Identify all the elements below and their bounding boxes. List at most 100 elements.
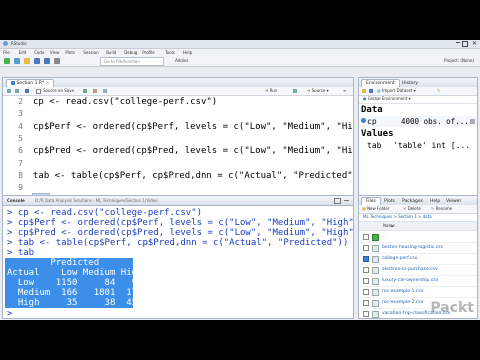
minimize-pane-icon[interactable] bbox=[344, 200, 349, 201]
table-icon: ▦ bbox=[377, 88, 381, 93]
file-name[interactable]: roc-example-2.csv bbox=[382, 297, 423, 308]
source-on-save-checkbox[interactable] bbox=[36, 89, 41, 94]
screen: RStudio ✕ File Edit Code View Plots Session Bu… bbox=[0, 0, 480, 360]
file-checkbox[interactable] bbox=[363, 278, 369, 284]
line-number: 3 bbox=[18, 109, 23, 119]
file-name[interactable]: college-perf.csv bbox=[382, 253, 417, 264]
rename-button[interactable]: ✎ Rename bbox=[431, 206, 452, 211]
console-command-line: > tab bbox=[7, 248, 35, 258]
menu-session[interactable]: Session bbox=[83, 50, 98, 55]
csv-file-icon bbox=[372, 278, 379, 285]
file-name[interactable]: .. bbox=[382, 231, 385, 242]
broom-icon[interactable]: ✎ bbox=[437, 88, 440, 93]
delete-label: Delete bbox=[407, 206, 421, 211]
import-dataset-button[interactable]: ▦ Import Dataset ▾ bbox=[377, 88, 416, 93]
code-tools-icon[interactable] bbox=[93, 89, 97, 93]
menu-view[interactable]: View bbox=[50, 50, 60, 55]
file-name[interactable]: luxury-car-ownership.csv bbox=[382, 275, 438, 286]
new-folder-button[interactable]: ■ New Folder bbox=[362, 206, 389, 211]
menu-profile[interactable]: Profile bbox=[142, 50, 154, 55]
outline-icon[interactable]: ≡ bbox=[343, 88, 346, 93]
file-checkbox[interactable] bbox=[363, 300, 369, 306]
values-section-header: Values bbox=[361, 129, 394, 139]
file-checkbox[interactable] bbox=[363, 289, 369, 295]
env-row-cp[interactable]: cp 4000 obs. of... bbox=[359, 116, 477, 127]
console-prompt[interactable]: > bbox=[7, 309, 12, 318]
open-file-icon[interactable] bbox=[24, 58, 30, 64]
run-arrow-icon: ➜ bbox=[265, 88, 269, 93]
line-number: 4 bbox=[18, 121, 23, 131]
search-replace-icon[interactable] bbox=[83, 89, 87, 93]
file-checkbox[interactable] bbox=[363, 267, 369, 273]
file-name[interactable]: boston-housing-logistic.csv bbox=[382, 242, 443, 253]
back-icon[interactable] bbox=[7, 89, 11, 93]
file-name[interactable]: roc-example-1.csv bbox=[382, 286, 423, 297]
folder-icon: ■ bbox=[362, 206, 366, 211]
save-all-icon[interactable] bbox=[44, 58, 50, 64]
window-title: RStudio bbox=[11, 41, 27, 46]
file-name[interactable]: electronics-purchase.csv bbox=[382, 264, 438, 275]
line-number: 7 bbox=[18, 158, 23, 168]
console-body[interactable]: > cp <- read.csv("college-perf.csv") > cp… bbox=[3, 206, 353, 318]
file-checkbox[interactable] bbox=[363, 234, 369, 240]
goto-file-input[interactable]: Go to file/function bbox=[100, 57, 164, 66]
menu-build[interactable]: Build bbox=[106, 50, 116, 55]
goto-file-placeholder: Go to file/function bbox=[104, 59, 140, 64]
print-icon[interactable] bbox=[54, 58, 60, 64]
file-checkbox[interactable] bbox=[363, 256, 369, 262]
menu-tools[interactable]: Tools bbox=[165, 50, 175, 55]
run-button[interactable]: ➜ Run bbox=[265, 88, 277, 93]
env-var-name: cp bbox=[367, 117, 377, 126]
name-column-header[interactable]: Name bbox=[383, 223, 395, 228]
view-data-icon[interactable] bbox=[470, 119, 475, 124]
csv-file-icon bbox=[372, 245, 379, 252]
data-section-header: Data bbox=[361, 105, 383, 115]
import-dataset-label: Import Dataset bbox=[382, 88, 413, 93]
maximize-icon[interactable] bbox=[462, 41, 468, 47]
editor-save-icon[interactable] bbox=[25, 89, 29, 93]
close-icon[interactable]: ✕ bbox=[472, 40, 477, 47]
menu-plots[interactable]: Plots bbox=[65, 50, 75, 55]
load-workspace-icon[interactable] bbox=[362, 89, 366, 93]
compile-report-icon[interactable] bbox=[103, 89, 107, 93]
console-output-line: Predicted bbox=[7, 258, 100, 268]
code-text: tab <- table(cp$Perf, cp$Pred,dnn = c("A… bbox=[33, 170, 354, 181]
rename-icon: ✎ bbox=[431, 206, 435, 211]
close-tab-icon[interactable]: × bbox=[46, 81, 50, 86]
save-icon[interactable] bbox=[34, 58, 40, 64]
env-var-value: 4000 obs. of... bbox=[401, 117, 469, 126]
expand-data-icon[interactable] bbox=[361, 118, 366, 123]
menu-edit[interactable]: Edit bbox=[19, 50, 27, 55]
env-row-tab[interactable]: tab 'table' int [... bbox=[359, 140, 477, 151]
file-checkbox[interactable] bbox=[363, 245, 369, 251]
csv-file-icon bbox=[372, 300, 379, 307]
console-command-line: > cp$Pred <- ordered(cp$Pred, levels = c… bbox=[7, 228, 354, 238]
rerun-icon[interactable] bbox=[293, 89, 297, 93]
source-button[interactable]: ➜ Source ▾ bbox=[307, 88, 329, 93]
code-text: cp$Pred <- ordered(cp$Pred, levels = c("… bbox=[33, 146, 354, 157]
breadcrumb[interactable]: ML Techniques > Section 1 > data bbox=[363, 214, 432, 219]
maximize-pane-icon[interactable] bbox=[334, 198, 341, 204]
title-bar: RStudio ✕ bbox=[0, 40, 480, 49]
menu-code[interactable]: Code bbox=[34, 50, 44, 55]
forward-icon[interactable] bbox=[15, 89, 19, 93]
addins-button[interactable]: Addins bbox=[175, 58, 188, 63]
console-command-line: > cp <- read.csv("college-perf.csv") bbox=[7, 208, 203, 218]
menu-help[interactable]: Help bbox=[183, 50, 192, 55]
global-environment-selector[interactable]: ● Global Environment ▾ bbox=[363, 96, 411, 101]
new-file-icon[interactable] bbox=[4, 58, 10, 64]
menu-file[interactable]: File bbox=[3, 50, 10, 55]
project-menu[interactable]: Project: (None) bbox=[444, 58, 474, 63]
editor-toolbar: Source on Save ➜ Run ➜ Source ▾ ≡ bbox=[3, 87, 353, 96]
delete-button[interactable]: ✕ Delete bbox=[403, 206, 421, 211]
main-toolbar: Go to file/function Addins Project: (Non… bbox=[0, 56, 480, 67]
save-workspace-icon[interactable] bbox=[369, 89, 373, 93]
file-checkbox[interactable] bbox=[363, 311, 369, 317]
console-working-dir: D:/R Data Analysis Solutions - ML Techni… bbox=[35, 198, 158, 203]
global-env-label: Global Environment bbox=[367, 96, 408, 101]
new-project-icon[interactable] bbox=[14, 58, 20, 64]
source-label: Source bbox=[311, 88, 326, 93]
minimize-icon[interactable] bbox=[456, 42, 460, 43]
menu-debug[interactable]: Debug bbox=[124, 50, 137, 55]
console-tab[interactable]: Console bbox=[7, 198, 25, 203]
